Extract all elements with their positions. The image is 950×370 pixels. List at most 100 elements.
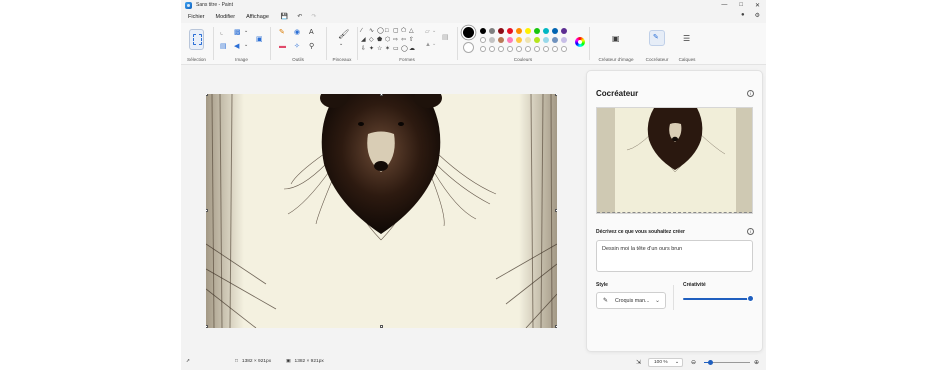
palette-swatch[interactable] bbox=[561, 28, 567, 34]
selection-tool-button[interactable] bbox=[189, 29, 204, 50]
resize-handle-bottom-right[interactable] bbox=[555, 325, 557, 328]
resize-handle-top-right[interactable] bbox=[555, 94, 557, 96]
palette-swatch[interactable] bbox=[516, 28, 522, 34]
secondary-color-swatch[interactable] bbox=[463, 42, 474, 53]
diamond-shape-icon[interactable]: ◇ bbox=[369, 37, 374, 43]
account-icon[interactable]: ● bbox=[741, 12, 745, 19]
group-cocreator[interactable]: ✎ Cocréateur bbox=[642, 23, 672, 65]
palette-swatch[interactable] bbox=[534, 28, 540, 34]
layers-icon[interactable]: ☰ bbox=[683, 35, 690, 43]
eraser-icon[interactable]: ▬ bbox=[279, 43, 286, 50]
palette-swatch[interactable] bbox=[480, 28, 486, 34]
custom-color-slot[interactable] bbox=[507, 46, 513, 52]
palette-swatch[interactable] bbox=[507, 37, 513, 43]
custom-color-slot[interactable] bbox=[516, 46, 522, 52]
redo-icon[interactable]: ↷ bbox=[311, 13, 316, 20]
minimize-button[interactable]: — bbox=[721, 2, 727, 8]
undo-icon[interactable]: ↶ bbox=[297, 13, 302, 20]
maximize-button[interactable]: □ bbox=[739, 2, 743, 8]
fit-to-window-icon[interactable]: ⇲ bbox=[636, 359, 641, 366]
zoom-out-icon[interactable]: ⊖ bbox=[691, 359, 696, 366]
brush-icon[interactable]: 🖌 bbox=[338, 30, 349, 39]
shape-outline-icon[interactable]: ▱ bbox=[425, 29, 430, 35]
palette-swatch[interactable] bbox=[561, 37, 567, 43]
close-button[interactable]: ✕ bbox=[755, 2, 760, 9]
palette-swatch[interactable] bbox=[489, 28, 495, 34]
shape-fill-icon[interactable]: ▲ bbox=[425, 42, 431, 48]
canvas-area[interactable] bbox=[181, 66, 586, 355]
zoom-slider[interactable] bbox=[704, 360, 750, 365]
arrow-down-shape-icon[interactable]: ⇩ bbox=[361, 46, 366, 52]
palette-swatch[interactable] bbox=[516, 37, 522, 43]
palette-swatch[interactable] bbox=[525, 28, 531, 34]
callout-oval-shape-icon[interactable]: ◯ bbox=[401, 46, 408, 52]
zoom-slider-thumb[interactable] bbox=[708, 360, 714, 365]
menu-edit[interactable]: Modifier bbox=[212, 14, 240, 20]
resize-chevron-icon[interactable]: ⌄ bbox=[244, 29, 248, 34]
canvas-image[interactable] bbox=[206, 94, 557, 328]
zoom-dropdown[interactable]: 100 % ⌄ bbox=[648, 358, 683, 367]
menu-view[interactable]: Affichage bbox=[242, 14, 273, 20]
crop-icon[interactable]: ⌞ bbox=[220, 29, 223, 36]
arrow-left-shape-icon[interactable]: ⇦ bbox=[401, 37, 406, 43]
triangle-shape-icon[interactable]: △ bbox=[409, 28, 414, 34]
palette-swatch[interactable] bbox=[507, 28, 513, 34]
star5-shape-icon[interactable]: ☆ bbox=[377, 46, 382, 52]
star4-shape-icon[interactable]: ✦ bbox=[369, 46, 374, 52]
polygon-shape-icon[interactable]: ⬠ bbox=[401, 28, 406, 34]
resize-handle-top-left[interactable] bbox=[206, 94, 208, 96]
save-icon[interactable]: 💾 bbox=[281, 13, 288, 20]
callout-cloud-shape-icon[interactable]: ☁ bbox=[409, 46, 415, 52]
palette-swatch[interactable] bbox=[480, 37, 486, 43]
star6-shape-icon[interactable]: ✶ bbox=[385, 46, 390, 52]
cocreator-icon[interactable]: ✎ bbox=[653, 34, 659, 41]
resize-handle-left[interactable] bbox=[206, 209, 208, 212]
style-dropdown[interactable]: ✎ Croquis man... ⌄ bbox=[596, 292, 666, 309]
palette-swatch[interactable] bbox=[543, 28, 549, 34]
color-picker-icon[interactable]: ✧ bbox=[294, 43, 300, 50]
pentagon-shape-icon[interactable]: ⬟ bbox=[377, 37, 382, 43]
describe-info-icon[interactable]: i bbox=[747, 228, 754, 235]
brush-chevron-icon[interactable]: ⌄ bbox=[339, 42, 343, 47]
pencil-icon[interactable]: ✎ bbox=[279, 29, 285, 36]
image-creator-icon[interactable]: ▣ bbox=[612, 35, 620, 43]
image-text-icon[interactable]: ▤ bbox=[220, 43, 227, 50]
select-all-icon[interactable]: ▣ bbox=[256, 36, 263, 43]
custom-color-slot[interactable] bbox=[543, 46, 549, 52]
primary-color-swatch[interactable] bbox=[463, 27, 474, 38]
prompt-input[interactable]: Dessin moi la tête d'un ours brun bbox=[596, 240, 753, 272]
menu-file[interactable]: Fichier bbox=[184, 14, 209, 20]
rounded-rect-shape-icon[interactable]: ▢ bbox=[393, 28, 399, 34]
custom-color-slot[interactable] bbox=[498, 46, 504, 52]
arrow-up-shape-icon[interactable]: ⇧ bbox=[409, 37, 414, 43]
panel-info-icon[interactable]: i bbox=[747, 90, 754, 97]
hexagon-shape-icon[interactable]: ⬡ bbox=[385, 37, 390, 43]
palette-swatch[interactable] bbox=[534, 37, 540, 43]
custom-color-slot[interactable] bbox=[525, 46, 531, 52]
palette-swatch[interactable] bbox=[489, 37, 495, 43]
rotate-chevron-icon[interactable]: ⌄ bbox=[244, 43, 248, 48]
magnifier-icon[interactable]: ⚲ bbox=[309, 43, 314, 50]
custom-color-slot[interactable] bbox=[552, 46, 558, 52]
settings-gear-icon[interactable]: ⚙ bbox=[755, 12, 760, 19]
creativity-slider-thumb[interactable] bbox=[747, 296, 753, 301]
creativity-slider[interactable] bbox=[683, 296, 753, 301]
palette-swatch[interactable] bbox=[498, 37, 504, 43]
shape-fill-chevron-icon[interactable]: ⌄ bbox=[432, 42, 436, 47]
rotate-icon[interactable]: ◀ bbox=[234, 43, 239, 50]
palette-swatch[interactable] bbox=[543, 37, 549, 43]
rectangle-shape-icon[interactable]: □ bbox=[385, 28, 389, 34]
stroke-size-icon[interactable]: ▤ bbox=[442, 34, 449, 41]
generated-preview-image[interactable] bbox=[596, 107, 753, 214]
group-layers[interactable]: ☰ Calques bbox=[672, 23, 702, 65]
resize-handle-top[interactable] bbox=[380, 94, 383, 96]
curve-shape-icon[interactable]: ∿ bbox=[369, 28, 374, 34]
shape-outline-chevron-icon[interactable]: ⌄ bbox=[432, 29, 436, 34]
palette-swatch[interactable] bbox=[552, 28, 558, 34]
palette-swatch[interactable] bbox=[498, 28, 504, 34]
edit-colors-wheel-icon[interactable] bbox=[575, 37, 585, 47]
text-icon[interactable]: A bbox=[309, 29, 314, 36]
custom-color-slot[interactable] bbox=[561, 46, 567, 52]
palette-swatch[interactable] bbox=[552, 37, 558, 43]
resize-handle-right[interactable] bbox=[555, 209, 557, 212]
